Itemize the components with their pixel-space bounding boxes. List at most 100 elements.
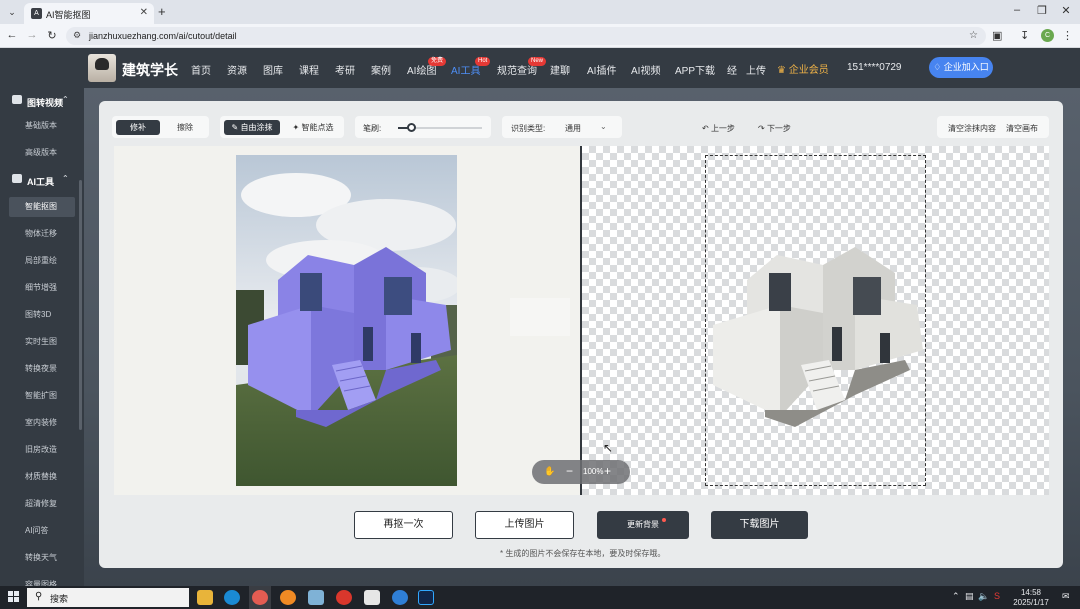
nav-upload[interactable]: 上传 bbox=[746, 62, 766, 77]
sidebar-item-ai-qa[interactable]: AI问答 bbox=[9, 521, 75, 541]
nav-exam[interactable]: 考研 bbox=[335, 62, 355, 77]
new-tab-plus-icon[interactable]: + bbox=[158, 4, 166, 19]
site-logo-text[interactable]: 建筑学长 bbox=[122, 60, 178, 80]
sidebar-scrollbar[interactable] bbox=[79, 180, 82, 430]
forward-arrow-icon[interactable]: → bbox=[25, 29, 39, 41]
firefox-icon[interactable] bbox=[280, 590, 296, 605]
sidebar-item-smart-cutout[interactable]: 智能抠图 bbox=[9, 197, 75, 217]
sidebar-item-object-transfer[interactable]: 物体迁移 bbox=[9, 224, 75, 244]
nav-home[interactable]: 首页 bbox=[191, 62, 211, 77]
notification-bell-icon[interactable]: ✉ bbox=[1062, 591, 1070, 602]
sidebar-item-upscale[interactable]: 超清修复 bbox=[9, 494, 75, 514]
drag-ghost bbox=[510, 298, 570, 336]
logo-avatar[interactable] bbox=[88, 54, 116, 82]
nav-resources[interactable]: 资源 bbox=[227, 62, 247, 77]
window-restore-icon[interactable]: ❐ bbox=[1034, 4, 1050, 17]
browser-tab[interactable]: A AI智能抠图 ✕ bbox=[24, 3, 154, 24]
file-explorer-icon[interactable] bbox=[197, 590, 213, 605]
back-arrow-icon[interactable]: ← bbox=[5, 29, 19, 41]
toolbox-icon bbox=[12, 174, 22, 183]
volume-icon[interactable]: 🔈 bbox=[978, 591, 989, 602]
site-info-icon[interactable]: ⚙ bbox=[73, 30, 81, 41]
taskbar-clock[interactable]: 14:58 2025/1/17 bbox=[1011, 588, 1051, 608]
clear-strokes-button[interactable]: 清空涂抹内容 bbox=[948, 123, 996, 134]
nav-app-download[interactable]: APP下载 bbox=[675, 62, 715, 77]
network-icon[interactable]: ▤ bbox=[965, 591, 974, 602]
sidebar-item-material[interactable]: 材质替换 bbox=[9, 467, 75, 487]
url-text: jianzhuxuezhang.com/ai/cutout/detail bbox=[89, 31, 237, 41]
input-method-icon[interactable]: S bbox=[994, 591, 1000, 601]
downloads-icon[interactable]: ↧ bbox=[1020, 29, 1029, 42]
compare-divider[interactable] bbox=[580, 146, 582, 495]
user-phone[interactable]: 151****0729 bbox=[847, 62, 902, 73]
sidebar-group-label: 图转视频 bbox=[27, 98, 64, 108]
record-app-icon[interactable] bbox=[336, 590, 352, 605]
tray-chevron-icon[interactable]: ⌃ bbox=[952, 591, 960, 602]
nav-ai-plugin[interactable]: AI插件 bbox=[587, 62, 616, 77]
sidebar-item-outpaint[interactable]: 智能扩图 bbox=[9, 386, 75, 406]
sidebar-item-realtime[interactable]: 实时生图 bbox=[9, 332, 75, 352]
source-photo[interactable] bbox=[236, 155, 457, 486]
smart-select-button[interactable]: ✦ 智能点选 bbox=[286, 120, 340, 135]
vip-link[interactable]: ♛ 企业会员 bbox=[777, 61, 829, 76]
stroke-size-handle[interactable] bbox=[406, 123, 416, 132]
nav-gallery[interactable]: 图库 bbox=[263, 62, 283, 77]
redo-label: 下一步 bbox=[766, 124, 791, 133]
sidebar-item-renovation[interactable]: 旧房改造 bbox=[9, 440, 75, 460]
windows-start-icon[interactable] bbox=[8, 591, 20, 603]
window-close-icon[interactable]: ✕ bbox=[1058, 4, 1074, 17]
nav-more[interactable]: 经 bbox=[727, 62, 737, 77]
mode-repair-button[interactable]: 修补 bbox=[116, 120, 160, 135]
sidebar-item-image-to-3d[interactable]: 图转3D bbox=[9, 305, 75, 325]
diamond-icon: ♢ bbox=[933, 62, 942, 72]
stroke-size-slider[interactable] bbox=[398, 123, 482, 132]
redo-button[interactable]: ↷ 下一步 bbox=[758, 123, 791, 134]
taskbar-search[interactable]: ⚲ 搜索 bbox=[27, 588, 189, 607]
zoom-out-icon[interactable]: − bbox=[566, 464, 573, 478]
change-background-button[interactable]: 更新背景 bbox=[597, 511, 689, 539]
tab-close-icon[interactable]: ✕ bbox=[140, 7, 148, 18]
profile-avatar-icon[interactable]: C bbox=[1041, 29, 1054, 42]
clear-canvas-button[interactable]: 清空画布 bbox=[1006, 123, 1038, 134]
reload-icon[interactable]: ↻ bbox=[45, 29, 59, 42]
tab-list-chevron-icon[interactable]: ⌄ bbox=[4, 4, 20, 20]
cloud-app-icon[interactable] bbox=[392, 590, 408, 605]
nav-cases[interactable]: 案例 bbox=[371, 62, 391, 77]
vip-crown-icon: ♛ bbox=[777, 65, 786, 76]
detect-type-value[interactable]: 通用 bbox=[565, 123, 581, 134]
sidebar-group-ai-tools[interactable]: AI工具 ⌃ bbox=[0, 169, 84, 191]
sidebar-item-interior[interactable]: 室内装修 bbox=[9, 413, 75, 433]
mode-erase-button[interactable]: 擦除 bbox=[163, 120, 207, 135]
sidebar-item-partial[interactable]: 容量图格 bbox=[9, 575, 75, 586]
undo-button[interactable]: ↶ 上一步 bbox=[702, 123, 735, 134]
window-minimize-icon[interactable]: – bbox=[1009, 4, 1025, 16]
upload-image-button[interactable]: 上传图片 bbox=[475, 511, 574, 539]
sidebar-item-advanced[interactable]: 高级版本 bbox=[9, 143, 75, 163]
edge-browser-icon[interactable] bbox=[224, 590, 240, 605]
sidebar-item-weather[interactable]: 转换天气 bbox=[9, 548, 75, 568]
download-image-button[interactable]: 下载图片 bbox=[711, 511, 808, 539]
photoshop-icon[interactable] bbox=[418, 590, 434, 605]
enterprise-join-button[interactable]: ♢ 企业加入口 bbox=[929, 57, 993, 78]
chrome-browser-icon[interactable] bbox=[249, 586, 271, 609]
sidebar-group-image-to-video[interactable]: 图转视频 ⌃ bbox=[0, 90, 84, 112]
capcut-icon[interactable] bbox=[364, 590, 380, 605]
sidebar-item-inpaint[interactable]: 局部重绘 bbox=[9, 251, 75, 271]
zoom-in-icon[interactable]: + bbox=[604, 464, 611, 478]
sidebar-item-detail-enhance[interactable]: 细节增强 bbox=[9, 278, 75, 298]
browser-menu-icon[interactable]: ⋮ bbox=[1062, 29, 1073, 42]
sidebar-item-basic[interactable]: 基础版本 bbox=[9, 116, 75, 136]
hand-pan-icon[interactable]: ✋ bbox=[544, 466, 555, 477]
app-icon[interactable] bbox=[308, 590, 324, 605]
retry-cutout-button[interactable]: 再抠一次 bbox=[354, 511, 453, 539]
sidebar-item-night-scene[interactable]: 转换夜景 bbox=[9, 359, 75, 379]
url-field[interactable]: ⚙ jianzhuxuezhang.com/ai/cutout/detail ☆ bbox=[66, 27, 986, 45]
extensions-icon[interactable]: ▣ bbox=[992, 29, 1002, 42]
nav-chat[interactable]: 建聊 bbox=[550, 62, 570, 77]
bookmark-star-icon[interactable]: ☆ bbox=[969, 30, 978, 41]
selection-rectangle[interactable] bbox=[705, 155, 926, 486]
nav-courses[interactable]: 课程 bbox=[299, 62, 319, 77]
chevron-down-icon[interactable]: ⌄ bbox=[600, 122, 607, 131]
nav-ai-video[interactable]: AI视频 bbox=[631, 62, 660, 77]
free-brush-button[interactable]: ✎ 自由涂抹 bbox=[224, 120, 280, 135]
